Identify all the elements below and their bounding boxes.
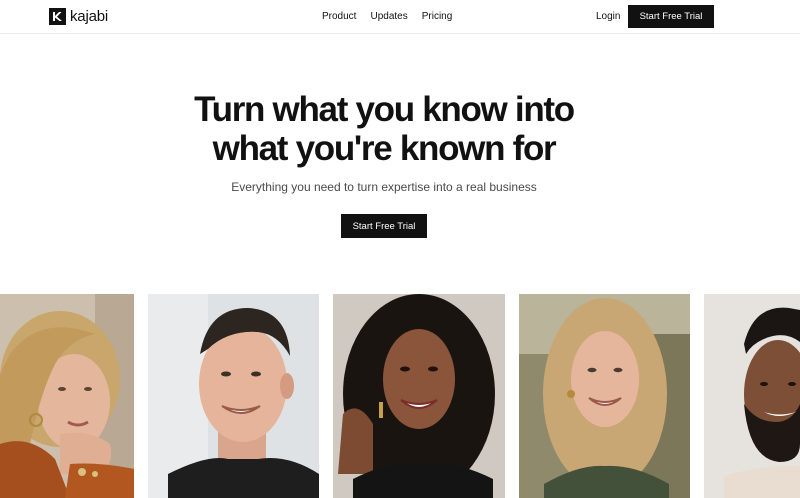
site-header: kajabi Product Updates Pricing Login Sta… bbox=[0, 0, 800, 34]
nav-item-product[interactable]: Product bbox=[322, 10, 356, 23]
logo-text: kajabi bbox=[70, 7, 108, 25]
creator-photo-3 bbox=[333, 294, 505, 498]
creator-photo-strip bbox=[0, 294, 800, 498]
creator-photo-5 bbox=[704, 294, 800, 498]
nav-item-updates[interactable]: Updates bbox=[370, 10, 407, 23]
page: kajabi Product Updates Pricing Login Sta… bbox=[0, 0, 800, 498]
hero-title-line-2: what you're known for bbox=[212, 129, 557, 168]
main-nav: Product Updates Pricing bbox=[322, 10, 452, 23]
creator-photo-4 bbox=[519, 294, 690, 498]
hero-start-free-trial-button[interactable]: Start Free Trial bbox=[341, 214, 427, 238]
creator-photo-2 bbox=[148, 294, 319, 498]
creator-photo-1 bbox=[0, 294, 134, 498]
nav-item-pricing[interactable]: Pricing bbox=[422, 10, 453, 23]
kajabi-logo[interactable]: kajabi bbox=[49, 6, 108, 26]
hero-title: Turn what you know into what you're know… bbox=[0, 90, 768, 168]
kajabi-logo-icon bbox=[49, 7, 66, 25]
hero-subtitle: Everything you need to turn expertise in… bbox=[231, 180, 537, 194]
login-link[interactable]: Login bbox=[596, 10, 620, 23]
hero-title-line-1: Turn what you know into bbox=[194, 90, 575, 129]
header-start-free-trial-button[interactable]: Start Free Trial bbox=[628, 5, 714, 28]
